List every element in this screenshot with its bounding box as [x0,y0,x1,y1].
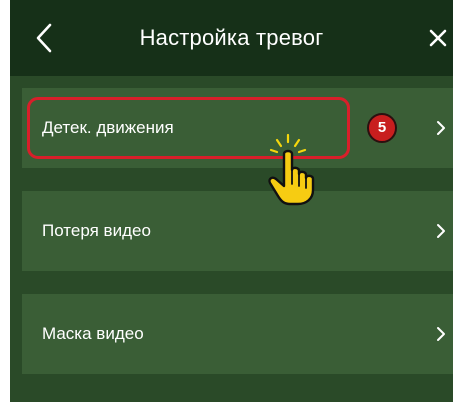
chevron-right-icon [437,121,445,135]
menu-item-label: Маска видео [42,324,144,343]
menu-item-video-mask[interactable]: Маска видео [22,294,453,374]
hand-pointer-icon [268,133,315,206]
chevron-right-icon [437,224,445,238]
close-icon[interactable] [428,28,448,48]
back-chevron-icon[interactable] [34,22,54,54]
step-badge: 5 [367,113,397,143]
header-bar: Настройка тревог [10,0,453,76]
alarm-settings-screen: Настройка тревог Детек. движения Потеря … [10,0,453,402]
menu-item-video-loss[interactable]: Потеря видео [22,191,453,271]
page-title: Настройка тревог [139,25,324,50]
chevron-right-icon [437,327,445,341]
menu-item-label: Потеря видео [42,221,151,240]
